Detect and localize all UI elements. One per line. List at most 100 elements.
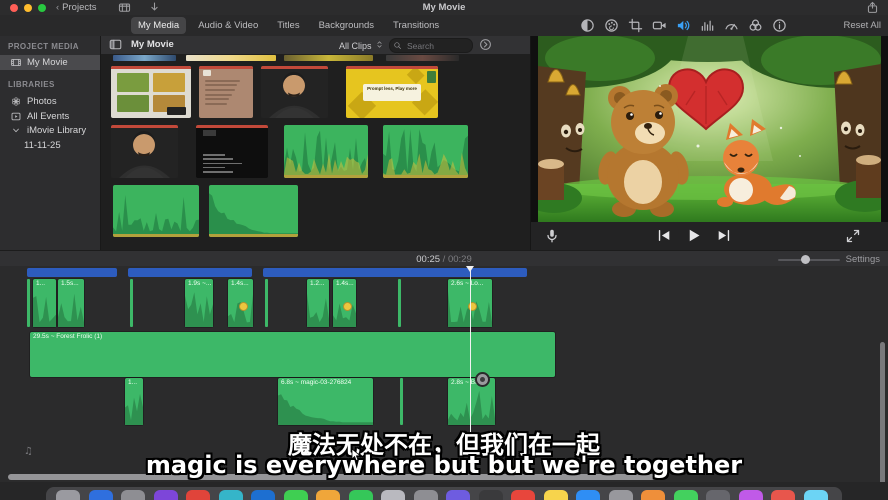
clip-fragment[interactable]: [27, 279, 30, 327]
clip-fragment[interactable]: [130, 279, 133, 327]
media-thumbnail-document[interactable]: [199, 66, 253, 118]
title-track-bar[interactable]: [128, 268, 252, 277]
dock-app-icon-11[interactable]: [381, 490, 405, 500]
next-frame-button[interactable]: [716, 227, 733, 244]
timeline-clip[interactable]: 1...: [125, 378, 143, 425]
dock-app-icon-22[interactable]: [739, 490, 763, 500]
preview-pane: [530, 36, 888, 250]
info-icon[interactable]: [772, 18, 787, 33]
dock-app-icon-13[interactable]: [446, 490, 470, 500]
dock-app-icon-6[interactable]: [219, 490, 243, 500]
libraries-header: LIBRARIES: [8, 80, 55, 89]
search-input[interactable]: [405, 39, 471, 53]
dock-app-icon-3[interactable]: [121, 490, 145, 500]
sidebar-item-my-movie[interactable]: My Movie: [0, 55, 100, 70]
clips-filter-dropdown[interactable]: All Clips: [339, 39, 384, 52]
timeline-clip[interactable]: 1.9s ~...: [185, 279, 213, 327]
reset-all-button[interactable]: Reset All: [844, 20, 882, 31]
media-thumbnail-waveform-spiky[interactable]: [113, 185, 199, 237]
stabilization-icon[interactable]: [652, 18, 667, 33]
media-thumbnail-partial[interactable]: [386, 55, 459, 61]
project-media-header: PROJECT MEDIA: [8, 42, 79, 51]
circle-arrow-icon[interactable]: [479, 38, 493, 52]
media-thumbnail-partial[interactable]: [186, 55, 276, 61]
sidebar-item-imovie-library[interactable]: iMovie Library: [0, 123, 100, 138]
play-button[interactable]: [686, 227, 703, 244]
media-thumbnail-waveform[interactable]: [284, 125, 368, 178]
tab-backgrounds[interactable]: Backgrounds: [312, 17, 381, 34]
dock-app-icon-20[interactable]: [674, 490, 698, 500]
dock-app-icon-21[interactable]: [706, 490, 730, 500]
crop-icon[interactable]: [628, 18, 643, 33]
clip-fragment[interactable]: [400, 378, 403, 425]
dock-app-icon-10[interactable]: [349, 490, 373, 500]
dock-app-icon-23[interactable]: [771, 490, 795, 500]
media-thumbnail-waveform-decay[interactable]: [209, 185, 298, 237]
sidebar-item-all-events[interactable]: All Events: [0, 109, 100, 124]
timeline-clip[interactable]: 29.5s ~ Forest Frolic (1): [30, 332, 555, 377]
timeline-zoom-slider-knob[interactable]: [801, 255, 810, 264]
share-icon[interactable]: [866, 1, 880, 14]
tab-audio-video[interactable]: Audio & Video: [191, 17, 265, 34]
voiceover-mic-icon[interactable]: [544, 228, 560, 244]
timeline-settings-button[interactable]: Settings: [846, 254, 880, 265]
dock-app-icon-16[interactable]: [544, 490, 568, 500]
timeline-clip[interactable]: 1.4s...: [228, 279, 253, 327]
timeline-clip[interactable]: 1.5s...: [58, 279, 84, 327]
dock-app-icon-12[interactable]: [414, 490, 438, 500]
noise-reduction-icon[interactable]: [700, 18, 715, 33]
tab-titles[interactable]: Titles: [270, 17, 306, 34]
sidebar-toggle-icon[interactable]: [109, 38, 123, 51]
volume-icon[interactable]: [676, 18, 691, 33]
dock-app-icon-19[interactable]: [641, 490, 665, 500]
timeline-clip[interactable]: 1...: [33, 279, 56, 327]
dock-app-icon-14[interactable]: [479, 490, 503, 500]
titlebar: ‹Projects My Movie: [0, 0, 888, 16]
speed-icon[interactable]: [724, 18, 739, 33]
tab-transitions[interactable]: Transitions: [386, 17, 446, 34]
window-title: My Movie: [0, 2, 888, 13]
color-balance-icon[interactable]: [580, 18, 595, 33]
timeline-clip[interactable]: 6.8s ~ magic-03-276824: [278, 378, 373, 425]
media-browser: My Movie All Clips Prompt less, Play mor…: [101, 36, 530, 250]
timecode-display: 00:25 / 00:29: [0, 254, 888, 265]
dock-app-icon-24[interactable]: [804, 490, 828, 500]
imovie-window: ‹Projects My Movie My Media Audio & Video…: [0, 0, 888, 500]
sidebar-item-photos[interactable]: Photos: [0, 94, 100, 109]
dock-app-icon-15[interactable]: [511, 490, 535, 500]
media-thumbnail-webpage[interactable]: [111, 66, 191, 118]
title-track-bar[interactable]: [27, 268, 117, 277]
dock-app-icon-17[interactable]: [576, 490, 600, 500]
timeline-clip[interactable]: 1.2...: [307, 279, 329, 327]
search-field[interactable]: [389, 38, 473, 53]
browser-header: My Movie All Clips: [101, 36, 530, 55]
dock-app-icon-18[interactable]: [609, 490, 633, 500]
media-thumbnail-terminal[interactable]: [196, 125, 268, 178]
fullscreen-icon[interactable]: [845, 228, 861, 244]
media-thumbnail-person[interactable]: [111, 125, 178, 178]
previous-frame-button[interactable]: [656, 227, 673, 244]
sidebar-item-11-11-25[interactable]: 11-11-25: [0, 138, 100, 153]
dock-app-icon-4[interactable]: [154, 490, 178, 500]
filters-icon[interactable]: [748, 18, 763, 33]
video-preview-frame: [538, 36, 881, 222]
tab-my-media[interactable]: My Media: [131, 17, 186, 34]
dock-app-icon-9[interactable]: [316, 490, 340, 500]
media-thumbnail-promo[interactable]: Prompt less, Play more: [346, 66, 438, 118]
dock-app-icon-2[interactable]: [89, 490, 113, 500]
timeline-clip[interactable]: 1.4s...: [333, 279, 356, 327]
browser-title: My Movie: [131, 39, 174, 50]
dock-app-icon-1[interactable]: [56, 490, 80, 500]
media-thumbnail-person[interactable]: [261, 66, 328, 118]
media-thumbnail-waveform[interactable]: [383, 125, 468, 178]
media-thumbnail-partial[interactable]: [113, 55, 176, 61]
dock-app-icon-5[interactable]: [186, 490, 210, 500]
clip-fragment[interactable]: [398, 279, 401, 327]
dock-app-icon-7[interactable]: [251, 490, 275, 500]
media-thumbnail-partial[interactable]: [284, 55, 373, 61]
timeline-clip[interactable]: 2.8s ~ Bub...: [448, 378, 495, 425]
clip-fragment[interactable]: [265, 279, 268, 327]
color-correction-icon[interactable]: [604, 18, 619, 33]
dock-app-icon-8[interactable]: [284, 490, 308, 500]
title-track-bar[interactable]: [263, 268, 527, 277]
